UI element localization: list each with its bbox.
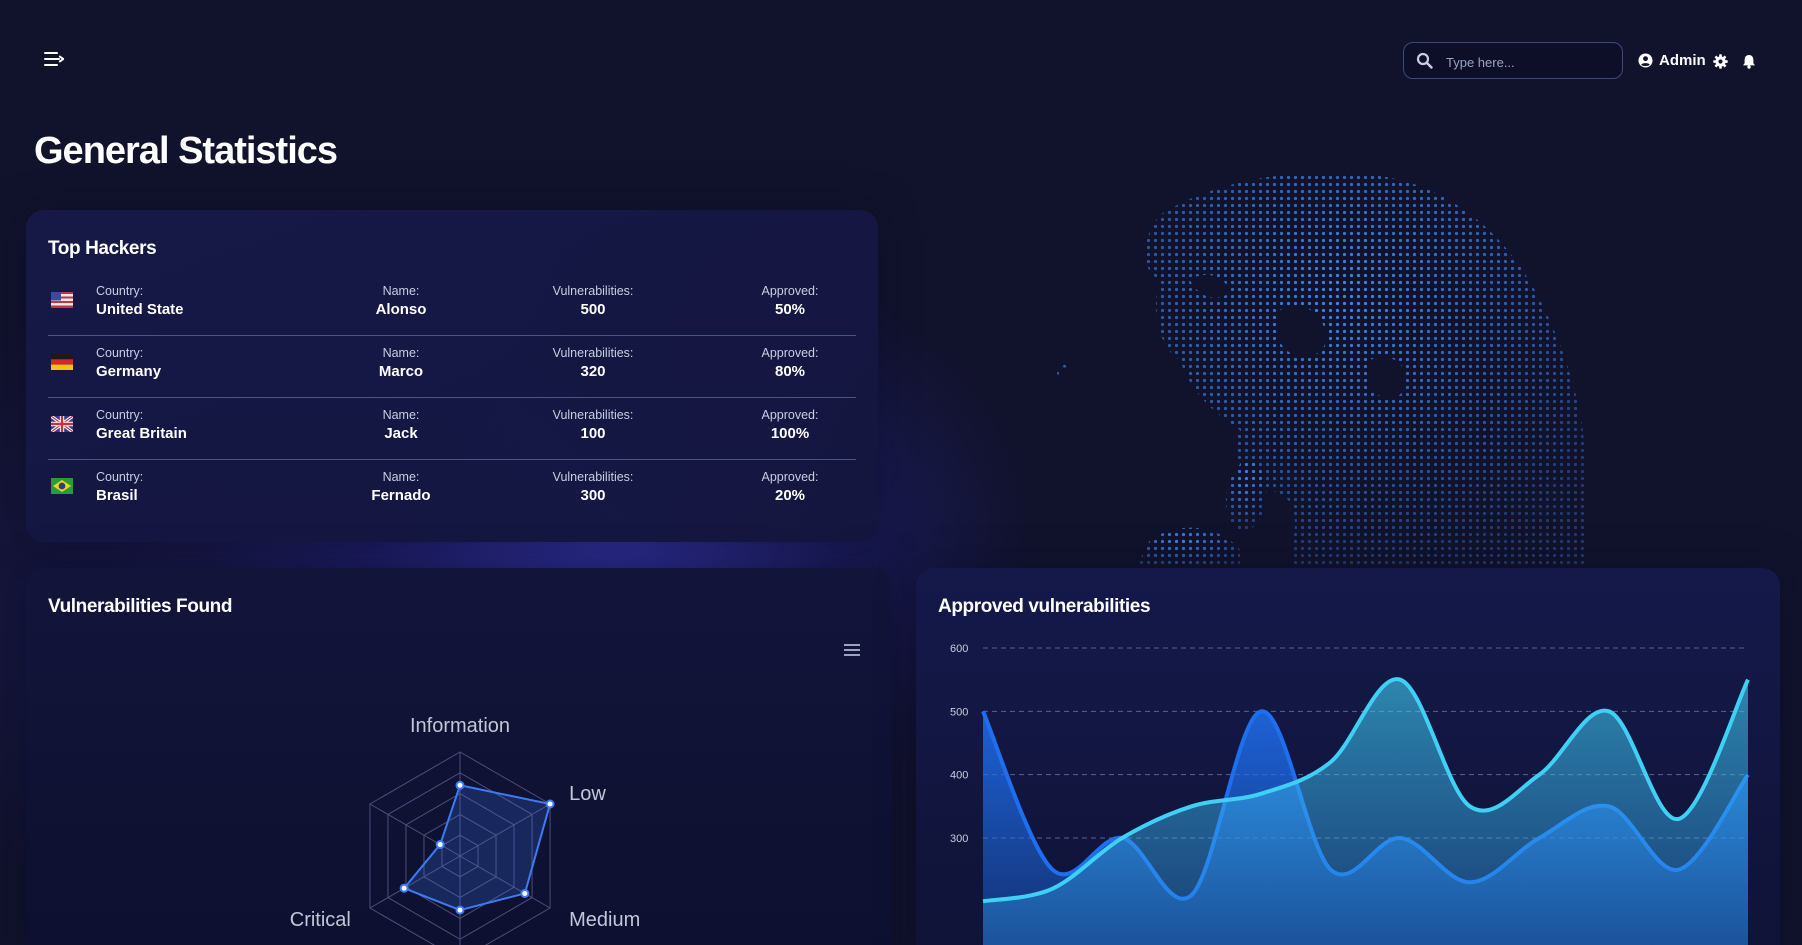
y-tick-label: 400 <box>950 770 968 782</box>
approved-vulnerabilities-card: Approved vulnerabilities 600 500 400 300 <box>916 568 1780 945</box>
gear-icon[interactable] <box>1713 54 1728 69</box>
radar-axis-label: Medium <box>569 909 640 931</box>
name-value: Fernado <box>371 487 431 504</box>
hamburger-icon[interactable] <box>844 644 860 659</box>
radar-axis-label: Critical <box>290 909 351 931</box>
country-label: Country: <box>96 346 144 360</box>
top-hackers-title: Top Hackers <box>48 238 157 259</box>
page-title: General Statistics <box>34 130 338 172</box>
radar-point <box>455 780 465 790</box>
radar-point <box>435 840 445 850</box>
user-label: Admin <box>1659 52 1706 69</box>
vulnerabilities-found-title: Vulnerabilities Found <box>48 596 233 617</box>
country-label: Country: <box>96 470 144 484</box>
hacker-row[interactable]: Country: United State Name: Alonso Vulnera… <box>48 276 856 336</box>
name-label: Name: <box>382 284 420 298</box>
vulnerabilities-found-card: Vulnerabilities Found Information Low Medi… <box>26 568 892 945</box>
radar-chart: Information Low Medium Critical <box>290 715 640 945</box>
vulnerabilities-label: Vulnerabilities: <box>552 346 634 360</box>
radar-axis-label: Information <box>410 715 510 737</box>
vulnerabilities-value: 500 <box>580 301 606 318</box>
vulnerabilities-label: Vulnerabilities: <box>552 284 634 298</box>
search-box <box>1403 42 1623 79</box>
y-tick-label: 600 <box>950 643 968 655</box>
search-icon <box>1416 52 1433 69</box>
country-label: Country: <box>96 284 144 298</box>
country-value: United State <box>96 301 184 318</box>
user-icon <box>1638 53 1653 68</box>
approved-label: Approved: <box>761 470 819 484</box>
y-tick-label: 500 <box>950 706 968 718</box>
br-flag-icon <box>51 478 73 494</box>
bell-icon[interactable] <box>1742 54 1756 69</box>
radar-point <box>399 883 409 893</box>
vulnerabilities-value: 100 <box>580 425 606 442</box>
globe-illustration <box>1040 160 1740 570</box>
approved-label: Approved: <box>761 284 819 298</box>
approved-value: 100% <box>770 425 810 442</box>
name-value: Alonso <box>375 301 427 318</box>
name-label: Name: <box>382 346 420 360</box>
approved-value: 50% <box>774 301 806 318</box>
gb-flag-icon <box>51 416 73 432</box>
country-value: Germany <box>96 363 162 380</box>
approved-label: Approved: <box>761 408 819 422</box>
name-value: Marco <box>378 363 424 380</box>
radar-point <box>545 799 555 809</box>
vulnerabilities-value: 320 <box>580 363 606 380</box>
approved-value: 20% <box>774 487 806 504</box>
row-divider <box>48 397 856 398</box>
us-flag-icon <box>51 292 73 308</box>
menu-toggle-icon[interactable] <box>44 50 66 68</box>
page: Admin General Statistics <box>0 0 1802 945</box>
radar-axis-label: Low <box>569 783 606 805</box>
country-value: Great Britain <box>96 425 187 442</box>
user-menu[interactable]: Admin <box>1638 52 1706 69</box>
name-label: Name: <box>382 470 420 484</box>
area-chart: 600 500 400 300 <box>950 643 1750 945</box>
name-label: Name: <box>382 408 420 422</box>
radar-point <box>455 905 465 915</box>
hacker-row[interactable]: Country: Brasil Name: Fernado Vulnerabilit… <box>48 462 856 522</box>
row-divider <box>48 335 856 336</box>
hacker-row[interactable]: Country: Great Britain Name: Jack Vulnerab… <box>48 400 856 460</box>
approved-label: Approved: <box>761 346 819 360</box>
top-hackers-card: Top Hackers Country: United State Name: Al… <box>26 210 878 542</box>
area-series-fill <box>983 679 1748 945</box>
approved-value: 80% <box>774 363 806 380</box>
name-value: Jack <box>384 425 418 442</box>
vulnerabilities-label: Vulnerabilities: <box>552 408 634 422</box>
de-flag-icon <box>51 354 73 370</box>
search-input[interactable] <box>1444 49 1618 75</box>
y-tick-label: 300 <box>950 833 968 845</box>
country-label: Country: <box>96 408 144 422</box>
radar-point <box>520 888 530 898</box>
approved-vulnerabilities-title: Approved vulnerabilities <box>938 596 1151 617</box>
vulnerabilities-label: Vulnerabilities: <box>552 470 634 484</box>
vulnerabilities-value: 300 <box>580 487 606 504</box>
country-value: Brasil <box>96 487 138 504</box>
row-divider <box>48 459 856 460</box>
hacker-row[interactable]: Country: Germany Name: Marco Vulnerabiliti… <box>48 338 856 398</box>
